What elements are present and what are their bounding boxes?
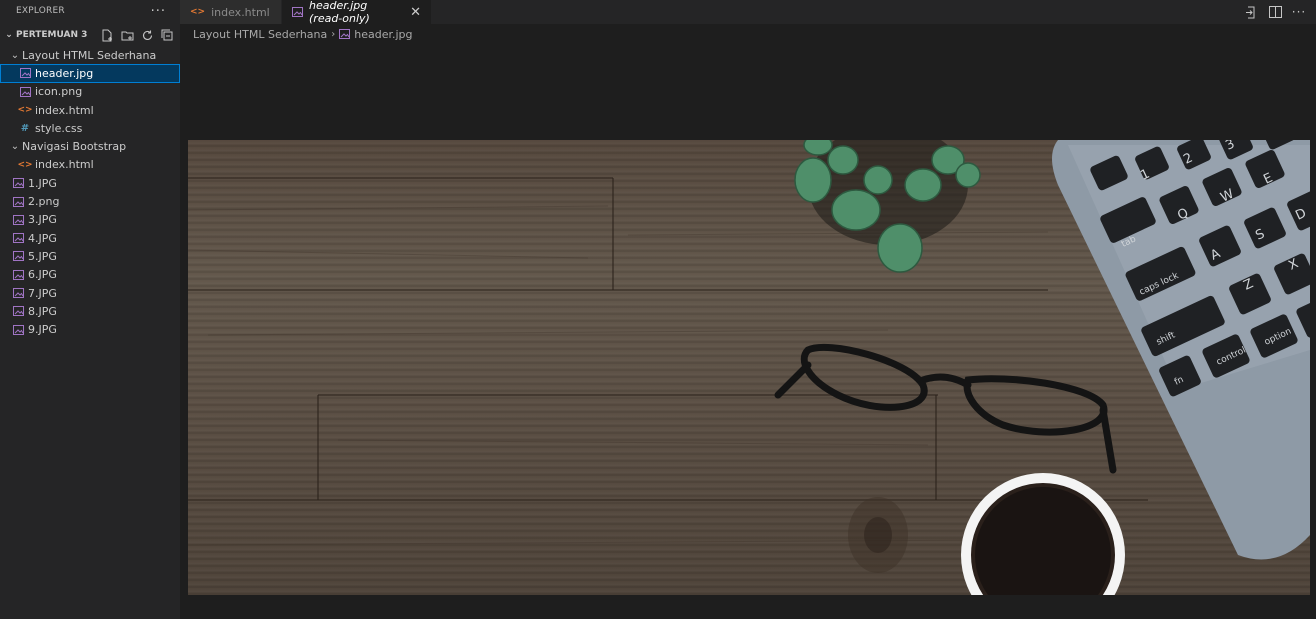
breadcrumb-folder[interactable]: Layout HTML Sederhana [193, 28, 327, 41]
image-file-icon [11, 288, 25, 298]
file-label: 4.JPG [28, 231, 57, 245]
html-file-icon: <> [17, 159, 33, 170]
file-item-root-image[interactable]: 1.JPG [0, 174, 180, 192]
image-file-icon [11, 214, 25, 225]
file-item-index-html[interactable]: <> index.html [0, 101, 180, 119]
file-label: index.html [35, 103, 94, 117]
image-file-icon [11, 269, 25, 280]
file-label: 6.JPG [28, 268, 57, 282]
workspace-title: PERTEMUAN 3 [16, 30, 88, 40]
image-file-icon [18, 68, 32, 79]
workspace-section-header[interactable]: ⌄ PERTEMUAN 3 [0, 24, 180, 46]
image-file-icon [11, 306, 25, 317]
file-item-icon-png[interactable]: icon.png [0, 83, 180, 101]
file-tree: ⌄ Layout HTML Sederhana header.jpg icon.… [0, 46, 180, 339]
editor-actions: ··· [1244, 0, 1306, 24]
coffee-cup-graphic [961, 473, 1125, 595]
image-file-icon [11, 251, 25, 262]
explorer-sidebar: EXPLORER ··· ⌄ PERTEMUAN 3 ⌄ Layout HTML… [0, 0, 180, 619]
image-file-icon [11, 178, 25, 189]
file-item-root-image[interactable]: 3.JPG [0, 211, 180, 229]
new-file-icon[interactable] [100, 28, 114, 42]
image-file-icon [292, 7, 303, 17]
file-label: index.html [35, 158, 94, 172]
file-label: 7.JPG [28, 286, 57, 300]
file-item-root-image[interactable]: 6.JPG [0, 266, 180, 284]
desk-photo: tab caps lock shift fn control option Q … [188, 140, 1310, 595]
file-label: 3.JPG [28, 213, 57, 227]
file-label: header.jpg [35, 66, 94, 80]
file-label: icon.png [35, 85, 83, 99]
image-file-icon [11, 233, 25, 244]
file-item-header-jpg[interactable]: header.jpg [0, 64, 180, 83]
file-label: 2.png [28, 195, 60, 209]
image-file-icon [11, 196, 25, 207]
image-file-icon [18, 86, 32, 97]
file-label: 5.JPG [28, 249, 57, 263]
tab-label: index.html [211, 5, 270, 19]
html-file-icon: <> [190, 7, 206, 17]
editor-area: <> index.html header.jpg (read-only) ✕ ·… [180, 0, 1316, 619]
file-item-index-html[interactable]: <> index.html [0, 156, 180, 174]
more-actions-icon[interactable]: ··· [1292, 5, 1306, 19]
breadcrumb-file[interactable]: header.jpg [354, 28, 412, 41]
chevron-down-icon[interactable]: ⌄ [8, 141, 22, 152]
chevron-down-icon[interactable]: ⌄ [3, 30, 15, 40]
image-file-icon [339, 29, 351, 39]
html-file-icon: <> [17, 105, 33, 116]
collapse-all-icon[interactable] [160, 28, 174, 42]
css-file-icon: # [20, 122, 30, 134]
new-folder-icon[interactable] [120, 28, 134, 42]
file-item-root-image[interactable]: 7.JPG [0, 284, 180, 302]
more-actions-icon[interactable]: ··· [151, 4, 166, 19]
tab-label: header.jpg (read-only) [309, 0, 370, 25]
file-item-root-image[interactable]: 8.JPG [0, 302, 180, 320]
image-preview: tab caps lock shift fn control option Q … [188, 140, 1310, 595]
tab-index-html[interactable]: <> index.html [180, 0, 282, 24]
file-item-root-image[interactable]: 4.JPG [0, 229, 180, 247]
refresh-icon[interactable] [140, 28, 154, 42]
chevron-right-icon: › [331, 28, 336, 40]
file-item-root-image[interactable]: 5.JPG [0, 247, 180, 265]
folder-label: Navigasi Bootstrap [22, 140, 127, 154]
split-editor-icon[interactable] [1268, 6, 1282, 18]
file-item-root-image[interactable]: 2.png [0, 192, 180, 210]
plant-graphic [794, 140, 981, 273]
tab-bar: <> index.html header.jpg (read-only) ✕ ·… [180, 0, 1316, 25]
open-preview-icon[interactable] [1244, 6, 1258, 19]
file-item-root-image[interactable]: 9.JPG [0, 320, 180, 338]
folder-layout-html-sederhana[interactable]: ⌄ Layout HTML Sederhana [0, 46, 180, 64]
breadcrumb: Layout HTML Sederhana › header.jpg [180, 24, 1316, 44]
file-label: 9.JPG [28, 323, 57, 337]
close-icon[interactable]: ✕ [410, 5, 421, 20]
glasses-graphic [774, 343, 1117, 474]
chevron-down-icon[interactable]: ⌄ [8, 50, 22, 61]
file-label: 8.JPG [28, 304, 57, 318]
explorer-header: EXPLORER ··· [0, 0, 180, 22]
folder-label: Layout HTML Sederhana [22, 48, 157, 62]
file-item-style-css[interactable]: # style.css [0, 119, 180, 137]
folder-navigasi-bootstrap[interactable]: ⌄ Navigasi Bootstrap [0, 137, 180, 155]
tab-header-jpg[interactable]: header.jpg (read-only) ✕ [282, 0, 432, 25]
image-file-icon [11, 324, 25, 335]
explorer-title: EXPLORER [16, 6, 65, 16]
file-label: 1.JPG [28, 176, 57, 190]
file-label: style.css [35, 121, 83, 135]
